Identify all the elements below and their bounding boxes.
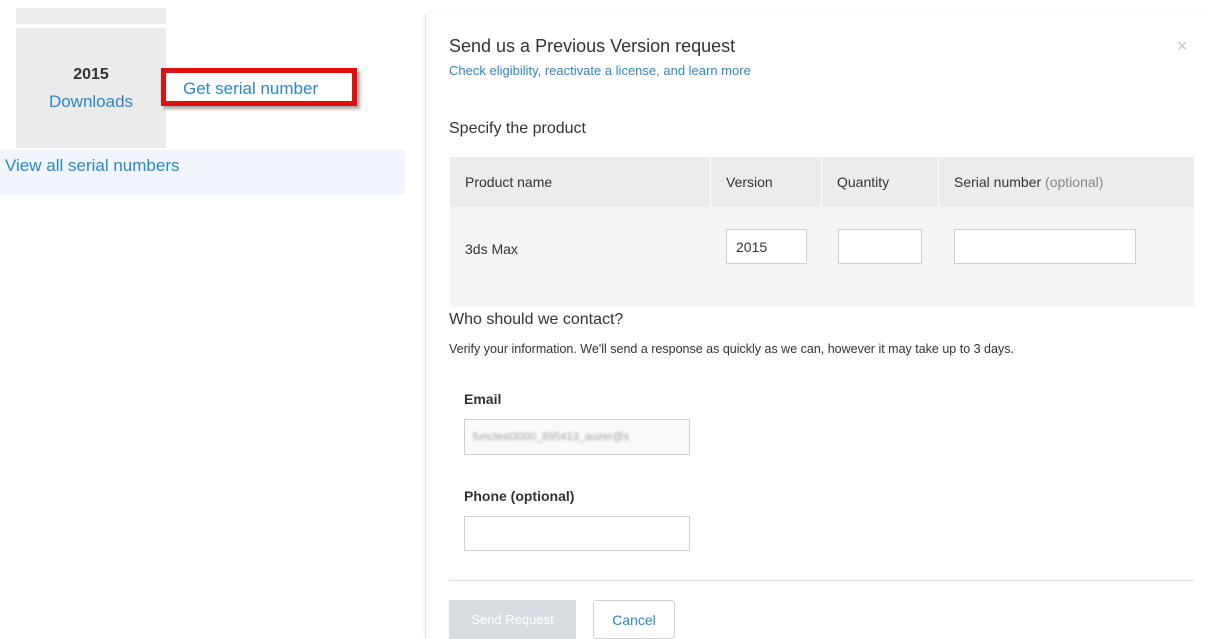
downloads-link[interactable]: Downloads [16, 92, 166, 112]
contact-heading: Who should we contact? [449, 311, 624, 328]
downloads-tile: 2015 Downloads [16, 28, 166, 148]
quantity-input[interactable] [838, 229, 922, 264]
header-version: Version [726, 174, 773, 190]
header-product-name: Product name [465, 174, 553, 190]
column-divider [938, 157, 939, 207]
header-serial-label: Serial number [954, 174, 1042, 190]
column-divider [710, 157, 711, 207]
phone-label: Phone (optional) [464, 488, 575, 504]
specify-product-heading: Specify the product [449, 120, 586, 137]
get-serial-number-highlight[interactable]: Get serial number [161, 68, 357, 106]
email-label: Email [464, 391, 502, 407]
close-icon[interactable]: × [1177, 36, 1188, 57]
column-divider [821, 157, 822, 207]
product-table: Product name Version Quantity Serial num… [450, 157, 1194, 307]
dialog-title: Send us a Previous Version request [449, 36, 736, 56]
version-input[interactable]: 2015 [726, 229, 807, 264]
previous-version-request-dialog: Send us a Previous Version request Check… [425, 14, 1206, 639]
eligibility-link[interactable]: Check eligibility, reactivate a license,… [449, 63, 751, 78]
header-quantity: Quantity [837, 174, 890, 190]
view-all-serials-bar: View all serial numbers [0, 150, 405, 194]
serial-number-input[interactable] [954, 229, 1136, 264]
contact-subtext: Verify your information. We'll send a re… [449, 342, 1014, 356]
get-serial-number-link[interactable]: Get serial number [183, 79, 318, 99]
product-table-header: Product name Version Quantity Serial num… [450, 157, 1194, 207]
version-year: 2015 [73, 66, 109, 83]
product-name-cell: 3ds Max [465, 241, 518, 257]
cancel-button[interactable]: Cancel [593, 600, 675, 639]
footer-divider [449, 580, 1194, 581]
header-serial-optional: (optional) [1045, 174, 1104, 190]
header-serial-number: Serial number (optional) [954, 174, 1103, 190]
phone-field[interactable] [464, 516, 690, 551]
view-all-serial-numbers-link[interactable]: View all serial numbers [5, 156, 179, 176]
send-request-button[interactable]: Send Request [449, 600, 576, 639]
downloads-tile-top [16, 8, 166, 24]
email-value: functest3000_895413_auzer@s [473, 431, 630, 443]
email-field[interactable]: functest3000_895413_auzer@s [464, 419, 690, 455]
